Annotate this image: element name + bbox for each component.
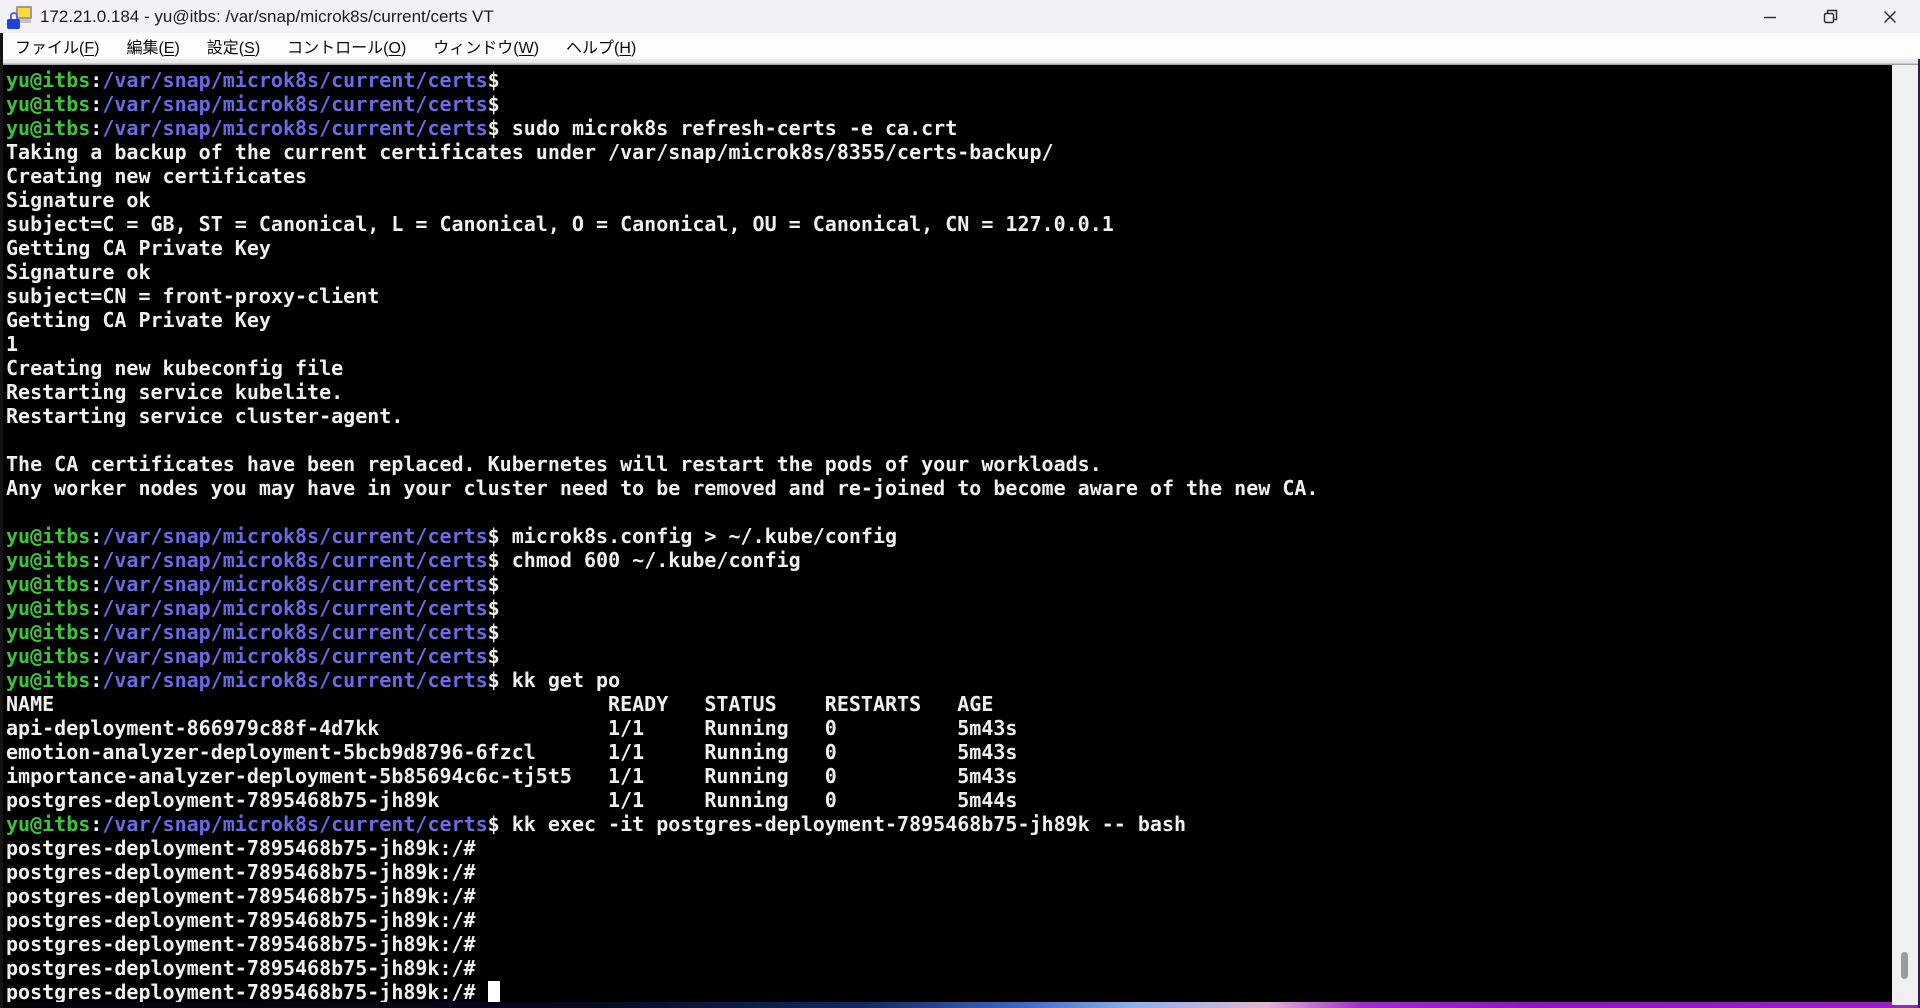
terminal-line: postgres-deployment-7895468b75-jh89k 1/1… xyxy=(6,788,1018,812)
terminal-line: yu@itbs:/var/snap/microk8s/current/certs… xyxy=(6,596,500,620)
terminal-line: The CA certificates have been replaced. … xyxy=(6,452,1102,476)
menu-item-w[interactable]: ウィンドウ(W) xyxy=(433,34,539,58)
terminal-cursor xyxy=(487,981,500,1002)
terminal-line: Creating new kubeconfig file xyxy=(6,356,344,380)
menu-item-e[interactable]: 編集(E) xyxy=(126,34,179,58)
terminal-line: 1 xyxy=(6,332,19,356)
terminal-line: postgres-deployment-7895468b75-jh89k:/# xyxy=(6,836,476,860)
terminal-line: yu@itbs:/var/snap/microk8s/current/certs… xyxy=(6,644,500,668)
terminal-line: yu@itbs:/var/snap/microk8s/current/certs… xyxy=(6,812,1187,836)
menu-bar: ファイル(F) 編集(E) 設定(S) コントロール(O) ウィンドウ(W) ヘルプ(H) xyxy=(0,33,1920,59)
terminal-scrollbar[interactable] xyxy=(1892,65,1918,1005)
minimize-icon xyxy=(1764,16,1776,18)
terminal-line: Signature ok xyxy=(6,260,151,284)
minimize-button[interactable] xyxy=(1740,0,1800,33)
restore-icon xyxy=(1823,9,1837,24)
title-bar: 172.21.0.184 - yu@itbs: /var/snap/microk… xyxy=(0,0,1920,33)
menu-item-o[interactable]: コントロール(O) xyxy=(287,34,406,58)
terminal-line: postgres-deployment-7895468b75-jh89k:/# xyxy=(6,908,476,932)
terminal-line: yu@itbs:/var/snap/microk8s/current/certs… xyxy=(6,620,500,644)
terminal-line: postgres-deployment-7895468b75-jh89k:/# xyxy=(6,860,476,884)
menu-item-f[interactable]: ファイル(F) xyxy=(15,34,99,58)
terminal-line: postgres-deployment-7895468b75-jh89k:/# xyxy=(6,884,476,908)
terminal-line: yu@itbs:/var/snap/microk8s/current/certs… xyxy=(6,68,500,92)
terminal-line: subject=C = GB, ST = Canonical, L = Cano… xyxy=(6,212,1114,236)
terminal-line: Restarting service cluster-agent. xyxy=(6,404,404,428)
scrollbar-thumb[interactable] xyxy=(1901,952,1908,979)
terminal-line: yu@itbs:/var/snap/microk8s/current/certs… xyxy=(6,92,500,116)
terminal-line: Getting CA Private Key xyxy=(6,308,271,332)
terminal-line: Any worker nodes you may have in your cl… xyxy=(6,476,1319,500)
terminal-line: Getting CA Private Key xyxy=(6,236,271,260)
terminal-line: importance-analyzer-deployment-5b85694c6… xyxy=(6,764,1018,788)
terminal-line: Signature ok xyxy=(6,188,151,212)
terminal-line: subject=CN = front-proxy-client xyxy=(6,284,380,308)
terminal-line: postgres-deployment-7895468b75-jh89k:/# xyxy=(6,956,476,980)
close-button[interactable] xyxy=(1860,0,1920,33)
terminal-line: emotion-analyzer-deployment-5bcb9d8796-6… xyxy=(6,740,1018,764)
menu-item-h[interactable]: ヘルプ(H) xyxy=(566,34,636,58)
window-controls xyxy=(1740,0,1920,33)
terminal-line: NAME READY STATUS RESTARTS AGE xyxy=(6,692,994,716)
desktop-wallpaper-edge xyxy=(0,1001,1920,1008)
terminal-line: postgres-deployment-7895468b75-jh89k:/# xyxy=(6,932,476,956)
terminal-line: yu@itbs:/var/snap/microk8s/current/certs… xyxy=(6,548,801,572)
terminal-line: yu@itbs:/var/snap/microk8s/current/certs… xyxy=(6,668,621,692)
close-icon xyxy=(1884,10,1896,23)
terminal-line: yu@itbs:/var/snap/microk8s/current/certs… xyxy=(6,116,958,140)
terminal-line: Taking a backup of the current certifica… xyxy=(6,140,1054,164)
terminal-line: Restarting service kubelite. xyxy=(6,380,344,404)
terminal-screen[interactable]: yu@itbs:/var/snap/microk8s/current/certs… xyxy=(3,65,1892,1002)
screen: 172.21.0.184 - yu@itbs: /var/snap/microk… xyxy=(0,0,1920,1008)
window-title: 172.21.0.184 - yu@itbs: /var/snap/microk… xyxy=(40,6,494,26)
menu-item-s[interactable]: 設定(S) xyxy=(207,34,260,58)
teraterm-ssh-padlock-icon xyxy=(7,5,33,29)
terminal-line: yu@itbs:/var/snap/microk8s/current/certs… xyxy=(6,572,500,596)
terminal-line: postgres-deployment-7895468b75-jh89k:/# xyxy=(6,980,1892,1002)
terminal-line: Creating new certificates xyxy=(6,164,308,188)
terminal-line: api-deployment-866979c88f-4d7kk 1/1 Runn… xyxy=(6,716,1018,740)
terminal-line: yu@itbs:/var/snap/microk8s/current/certs… xyxy=(6,524,898,548)
restore-button[interactable] xyxy=(1800,0,1860,33)
